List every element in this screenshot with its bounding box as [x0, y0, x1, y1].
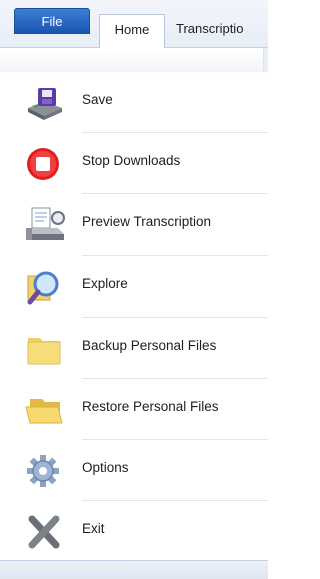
menu-item-label: Restore Personal Files — [82, 399, 219, 414]
menu-item-label: Options — [82, 460, 129, 475]
menu-item-options[interactable]: Options — [0, 440, 268, 500]
menu-item-restore-personal-files[interactable]: Restore Personal Files — [0, 379, 268, 439]
close-x-icon — [28, 515, 60, 549]
floppy-disk-icon — [28, 88, 62, 120]
backstage-footer — [0, 560, 268, 579]
menu-item-label: Exit — [82, 521, 105, 536]
ribbon-tab-bar: File Home Transcriptio — [0, 0, 268, 48]
menu-item-exit[interactable]: Exit — [0, 501, 268, 561]
tab-transcription[interactable]: Transcriptio — [176, 14, 243, 44]
folder-icon — [27, 338, 61, 365]
tab-home[interactable]: Home — [99, 14, 165, 48]
menu-item-label: Stop Downloads — [82, 153, 181, 168]
menu-item-save[interactable]: Save — [0, 72, 268, 132]
menu-item-stop-downloads[interactable]: Stop Downloads — [0, 133, 268, 193]
menu-item-label: Explore — [82, 276, 128, 291]
menu-item-explore[interactable]: Explore — [0, 256, 268, 316]
menu-item-backup-personal-files[interactable]: Backup Personal Files — [0, 318, 268, 378]
stop-icon — [27, 148, 59, 180]
menu-item-preview-transcription[interactable]: Preview Transcription — [0, 194, 268, 254]
printer-preview-icon — [26, 207, 65, 240]
file-menu: Save Stop Downloads Preview Transcriptio… — [0, 72, 268, 560]
menu-item-label: Backup Personal Files — [82, 338, 217, 353]
menu-item-label: Preview Transcription — [82, 214, 212, 229]
magnifier-icon — [27, 271, 59, 305]
gear-icon — [27, 455, 59, 487]
tab-file[interactable]: File — [14, 8, 90, 34]
open-folder-icon — [25, 399, 63, 424]
menu-item-label: Save — [82, 92, 113, 107]
backstage-header-strip — [0, 48, 268, 73]
